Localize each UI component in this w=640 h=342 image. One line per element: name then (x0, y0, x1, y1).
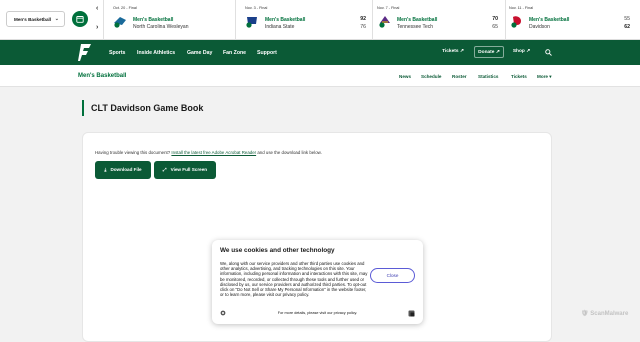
game-score-away: 65 (492, 24, 498, 30)
game-sport: Men's Basketball (529, 17, 570, 23)
game-card[interactable]: Nov. 7 - Final Men's Basketball Tennesse… (373, 0, 504, 40)
caret-down-icon: ▾ (549, 74, 552, 79)
donate-button[interactable]: Donate ↗ (474, 46, 504, 58)
nav-inside-athletics[interactable]: Inside Athletics (137, 50, 175, 56)
watermark: 🛡 ScanMalware (581, 311, 629, 317)
hint-prefix: Having trouble viewing this document? (95, 150, 171, 155)
game-score-away: 76 (360, 24, 366, 30)
tickets-button[interactable]: Tickets ↗ (438, 46, 468, 58)
subnav-news[interactable]: News (399, 74, 411, 79)
game-card[interactable]: Nov. 3 - Final Men's Basketball Indiana … (236, 0, 371, 40)
cookie-close-button[interactable]: Close (370, 268, 415, 283)
external-link-icon: ↗ (526, 49, 531, 54)
sport-select-value: Men's Basketball (14, 17, 52, 22)
opponent-logo-icon (511, 16, 521, 28)
game-score-home: 92 (360, 16, 366, 22)
game-opponent: Tennessee Tech (397, 24, 434, 30)
game-status: Nov. 3 - Final (245, 6, 268, 10)
cookie-consent-dialog: We use cookies and other technology We, … (212, 240, 423, 324)
acrobat-reader-link[interactable]: Install the latest free Adobe Acrobat Re… (171, 150, 256, 155)
game-card[interactable]: Oct. 20 - Final Men's Basketball North C… (104, 0, 234, 40)
game-opponent: North Carolina Wesleyan (133, 24, 189, 30)
opponent-logo-icon (114, 17, 126, 28)
donate-label: Donate (478, 50, 495, 55)
scores-prev-button[interactable]: ‹ (96, 5, 98, 12)
view-full-screen-button[interactable]: ⤢ View Full Screen (154, 161, 216, 179)
nav-sports[interactable]: Sports (109, 50, 125, 56)
nav-support[interactable]: Support (257, 50, 277, 56)
subnav-more-label: More (537, 74, 548, 79)
charlotte-logo-icon[interactable] (78, 43, 92, 62)
nav-fan-zone[interactable]: Fan Zone (223, 50, 246, 56)
hint-suffix: and use the download link below. (257, 150, 322, 155)
external-link-icon: ↗ (459, 49, 464, 54)
sport-title[interactable]: Men's Basketball (78, 73, 126, 79)
subnav-statistics[interactable]: Statistics (478, 74, 498, 79)
watermark-text: ScanMalware (590, 311, 629, 317)
search-icon[interactable] (545, 49, 552, 56)
game-score-home: 55 (624, 16, 630, 22)
game-sport: Men's Basketball (133, 17, 174, 23)
opponent-logo-icon (246, 17, 257, 28)
subnav-roster[interactable]: Roster (452, 74, 467, 79)
cookie-footer: For more details, please visit our priva… (277, 311, 358, 315)
external-link-icon: ↗ (495, 50, 500, 55)
download-icon: ⤓ (104, 167, 107, 172)
sport-select[interactable]: Men's Basketball ⌄ (6, 11, 65, 27)
privacy-choices-icon[interactable] (408, 310, 415, 317)
game-status: Oct. 20 - Final (113, 6, 137, 10)
opponent-logo-icon (379, 16, 390, 28)
chevron-down-icon: ⌄ (54, 16, 59, 22)
fullscreen-label: View Full Screen (170, 167, 208, 172)
subnav-tickets[interactable]: Tickets (511, 74, 527, 79)
cookie-title: We use cookies and other technology (220, 247, 335, 254)
subnav-more[interactable]: More ▾ (537, 74, 552, 80)
game-score-home: 70 (492, 16, 498, 22)
calendar-icon (76, 16, 84, 23)
sport-subnav: Men's Basketball News Schedule Roster St… (0, 65, 640, 87)
game-status: Nov. 7 - Final (377, 6, 400, 10)
download-file-button[interactable]: ⤓ Download File (95, 161, 151, 179)
game-status: Nov. 11 - Final (509, 6, 534, 10)
game-sport: Men's Basketball (265, 17, 306, 23)
shop-button[interactable]: Shop ↗ (509, 46, 534, 58)
scoreboard-bar: Men's Basketball ⌄ ‹ › Oct. 20 - Final M… (0, 0, 640, 40)
game-sport: Men's Basketball (397, 17, 438, 23)
scores-next-button[interactable]: › (96, 24, 98, 31)
game-card[interactable]: Nov. 11 - Final Men's Basketball Davidso… (506, 0, 640, 40)
game-score-away: 62 (624, 24, 630, 30)
page-title-block: CLT Davidson Game Book (82, 100, 203, 116)
main-navigation: Sports Inside Athletics Game Day Fan Zon… (0, 40, 640, 65)
cookie-body: We, along with our service providers and… (220, 261, 368, 298)
shop-label: Shop (512, 49, 525, 54)
download-label: Download File (110, 167, 142, 172)
calendar-button[interactable] (72, 11, 88, 27)
expand-icon: ⤢ (162, 167, 167, 172)
viewer-hint: Having trouble viewing this document? In… (95, 150, 322, 155)
game-opponent: Davidson (529, 24, 550, 30)
subnav-schedule[interactable]: Schedule (421, 74, 441, 79)
game-opponent: Indiana State (265, 24, 295, 30)
tickets-label: Tickets (442, 49, 459, 54)
nav-game-day[interactable]: Game Day (187, 50, 212, 56)
page-title: CLT Davidson Game Book (91, 103, 204, 113)
